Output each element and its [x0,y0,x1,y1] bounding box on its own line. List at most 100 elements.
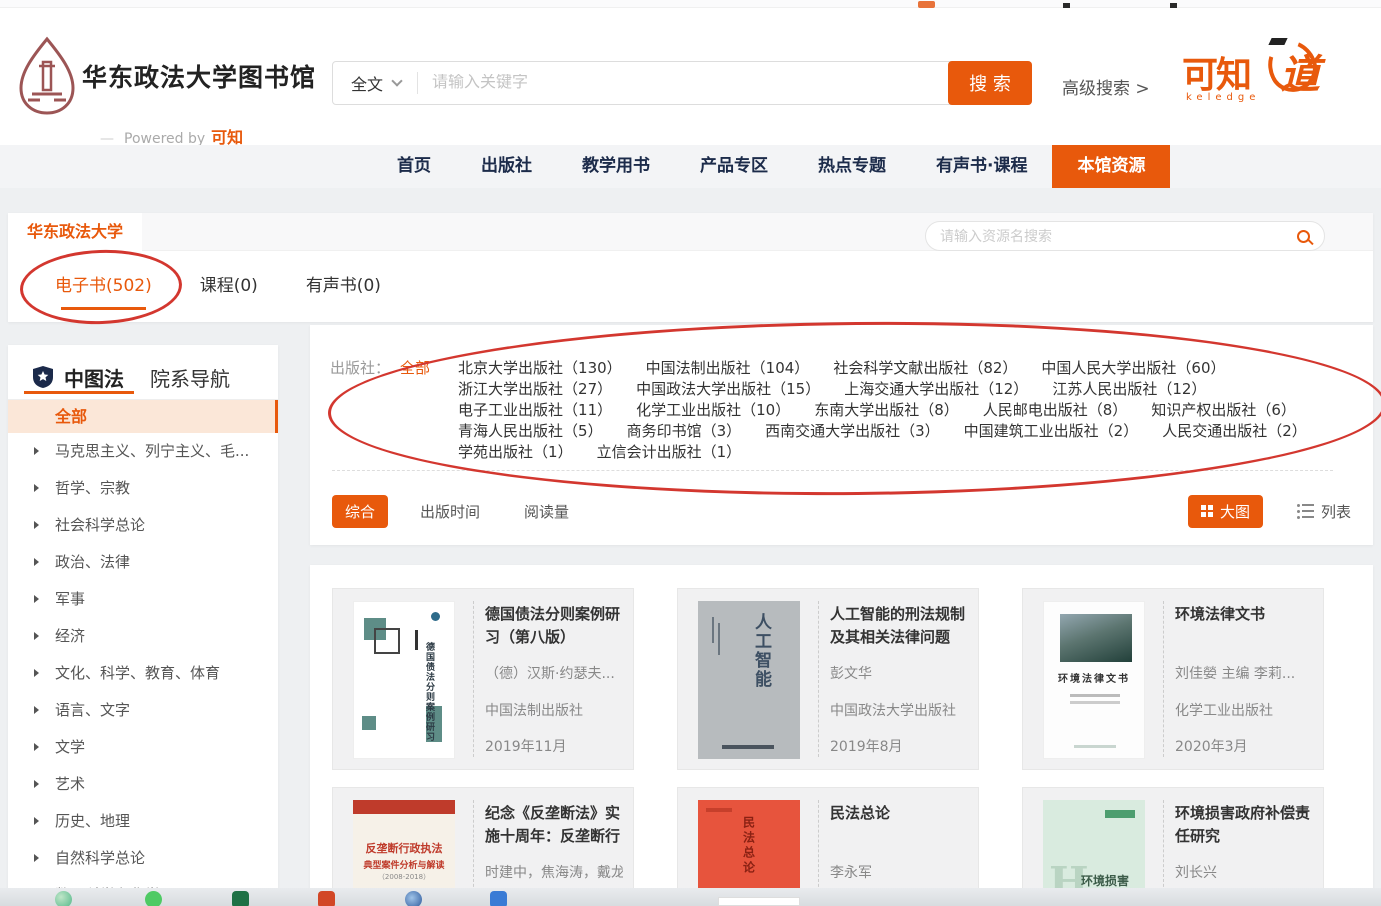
book-author: 彭文华 [830,663,968,683]
blue-app-icon[interactable] [490,891,507,906]
publisher-filter-link[interactable]: 东南大学出版社（8） [814,401,959,419]
nav-item-教学用书[interactable]: 教学用书 [557,145,675,188]
nav-item-有声书·课程[interactable]: 有声书·课程 [911,145,1052,188]
publisher-filter-link[interactable]: 电子工业出版社（11） [458,401,612,419]
publisher-filter-link[interactable]: 中国政法大学出版社（15） [636,380,820,398]
sidebar-item-label: 全部 [55,407,87,426]
search-scope-label: 全文 [351,71,383,95]
publisher-filter-link[interactable]: 中国法制出版社（104） [646,359,810,377]
excel-icon[interactable] [232,891,249,906]
book-publisher: 中国法制出版社 [485,700,623,720]
nav-item-本馆资源[interactable]: 本馆资源 [1052,145,1170,188]
publisher-filter-link[interactable]: 商务印书馆（3） [627,422,742,440]
book-title: 民法总论 [830,802,968,825]
publisher-filter-link[interactable]: 人民交通出版社（2） [1162,422,1307,440]
sidebar-item[interactable]: 政治、法律 [8,544,278,581]
nav-item-出版社[interactable]: 出版社 [456,145,557,188]
nav-item-产品专区[interactable]: 产品专区 [675,145,793,188]
main-search-input[interactable] [418,74,948,92]
publisher-filter-link[interactable]: 上海交通大学出版社（12） [844,380,1028,398]
sidebar-item[interactable]: 文学 [8,729,278,766]
publisher-filter-link[interactable]: 北京大学出版社（130） [458,359,622,377]
book-card[interactable]: 人工智能人工智能的刑法规制及其相关法律问题彭文华中国政法大学出版社2019年8月 [677,588,979,770]
book-author: （德）汉斯·约瑟夫... [485,663,623,683]
publisher-filter-link[interactable]: 西南交通大学出版社（3） [765,422,940,440]
word-icon[interactable] [405,891,422,906]
sidebar-item[interactable]: 哲学、宗教 [8,470,278,507]
browser-remnant-strip [0,0,1381,8]
sidebar-item[interactable]: 文化、科学、教育、体育 [8,655,278,692]
sidebar-item[interactable]: 艺术 [8,766,278,803]
browser-remnant-icon [918,1,935,8]
nav-item-热点专题[interactable]: 热点专题 [793,145,911,188]
expand-arrow-icon [34,484,39,492]
search-scope-dropdown[interactable]: 全文 [333,71,417,95]
expand-arrow-icon [34,780,39,788]
sidebar-item-label: 社会科学总论 [55,516,145,534]
view-toggle: 大图 列表 [1188,495,1351,528]
sidebar-item[interactable]: 全部 [8,400,278,433]
mark-decoration [706,808,732,812]
sidebar-tab-departments[interactable]: 院系导航 [150,363,230,392]
sidebar-header: 中图法 院系导航 [8,345,278,395]
publisher-filter-link[interactable]: 立信会计出版社（1） [597,443,742,461]
sidebar-item[interactable]: 语言、文字 [8,692,278,729]
powerpoint-icon[interactable] [318,891,335,906]
search-button[interactable]: 搜 索 [948,61,1032,105]
publisher-filter-link[interactable]: 社会科学文献出版社（82） [833,359,1017,377]
publisher-filter-link[interactable]: 学苑出版社（1） [458,443,573,461]
book-cover: 环境法律文书 [1043,601,1145,759]
sidebar-item[interactable]: 历史、地理 [8,803,278,840]
publisher-filter-list: 北京大学出版社（130） 中国法制出版社（104） 社会科学文献出版社（82） 中国人… [458,358,1331,463]
deco2-decoration [374,628,400,654]
sidebar-item[interactable]: 社会科学总论 [8,507,278,544]
publisher-filter-all[interactable]: 全部 [400,358,430,379]
view-list-label: 列表 [1321,501,1351,522]
nav-item-首页[interactable]: 首页 [372,145,456,188]
book-card[interactable]: 德国债法分则案例研习德国债法分则案例研习（第八版）（德）汉斯·约瑟夫...中国法… [332,588,634,770]
keledge-logo: 可知 道 keledge [1182,38,1332,118]
publisher-row: 学苑出版社（1） 立信会计出版社（1） [458,442,1331,463]
sidebar-item-label: 语言、文字 [55,701,130,719]
sidebar-item[interactable]: 马克思主义、列宁主义、毛... [8,433,278,470]
publisher-filter-link[interactable]: 知识产权出版社（6） [1151,401,1296,419]
resource-search-input[interactable] [940,228,1297,244]
sidebar-item[interactable]: 自然科学总论 [8,840,278,877]
book-title: 环境法律文书 [1175,603,1313,626]
publisher-filter-link[interactable]: 青海人民出版社（5） [458,422,603,440]
publisher-filter-panel: 出版社： 全部 北京大学出版社（130）中国法制出版社（104）社会科学文献出版… [310,325,1373,545]
search-icon[interactable] [1297,230,1310,243]
expand-arrow-icon [34,595,39,603]
sidebar-item[interactable]: 数理科学和化学 [8,877,278,888]
sidebar-item[interactable]: 经济 [8,618,278,655]
resource-tab[interactable]: 课程(0) [200,271,258,310]
resource-type-tabs: 电子书(502) 课程(0) 有声书(0) [55,271,381,310]
advanced-search-link[interactable]: 高级搜索 > [1062,74,1150,99]
resource-tab[interactable]: 电子书(502) [55,271,152,310]
view-list-button[interactable]: 列表 [1297,501,1351,522]
publisher-filter-link[interactable]: 浙江大学出版社（27） [458,380,612,398]
publisher-filter-link[interactable]: 中国建筑工业出版社（2） [964,422,1139,440]
site-header: 华东政法大学图书馆 —Powered by可知 全文 搜 索 高级搜索 > 可知… [0,8,1381,145]
green-app-icon[interactable] [55,891,72,906]
book-author: 李永军 [830,862,968,882]
book-card[interactable]: 环境法律文书环境法律文书刘佳嫈 主编 李莉...化学工业出版社2020年3月 [1022,588,1324,770]
view-grid-button[interactable]: 大图 [1188,495,1263,528]
book-date: 2020年3月 [1175,736,1313,756]
sort-option[interactable]: 综合 [332,495,388,528]
sidebar-item[interactable]: 军事 [8,581,278,618]
logo-text-dao: 道 [1280,42,1320,100]
publisher-filter-link[interactable]: 中国人民大学出版社（60） [1041,359,1225,377]
resource-tab[interactable]: 有声书(0) [306,271,381,310]
sort-option[interactable]: 阅读量 [524,501,569,522]
expand-arrow-icon [34,558,39,566]
sidebar-tab-clc[interactable]: 中图法 [64,363,124,392]
organization-tab[interactable]: 华东政法大学 [8,213,142,251]
bar-decoration [415,630,418,650]
publisher-filter-link[interactable]: 化学工业出版社（10） [636,401,790,419]
publisher-filter-link[interactable]: 人民邮电出版社（8） [983,401,1128,419]
wechat-icon[interactable] [145,891,162,906]
publisher-filter-link[interactable]: 江苏人民出版社（12） [1052,380,1206,398]
sort-option[interactable]: 出版时间 [420,501,480,522]
site-title: 华东政法大学图书馆 [82,58,316,94]
